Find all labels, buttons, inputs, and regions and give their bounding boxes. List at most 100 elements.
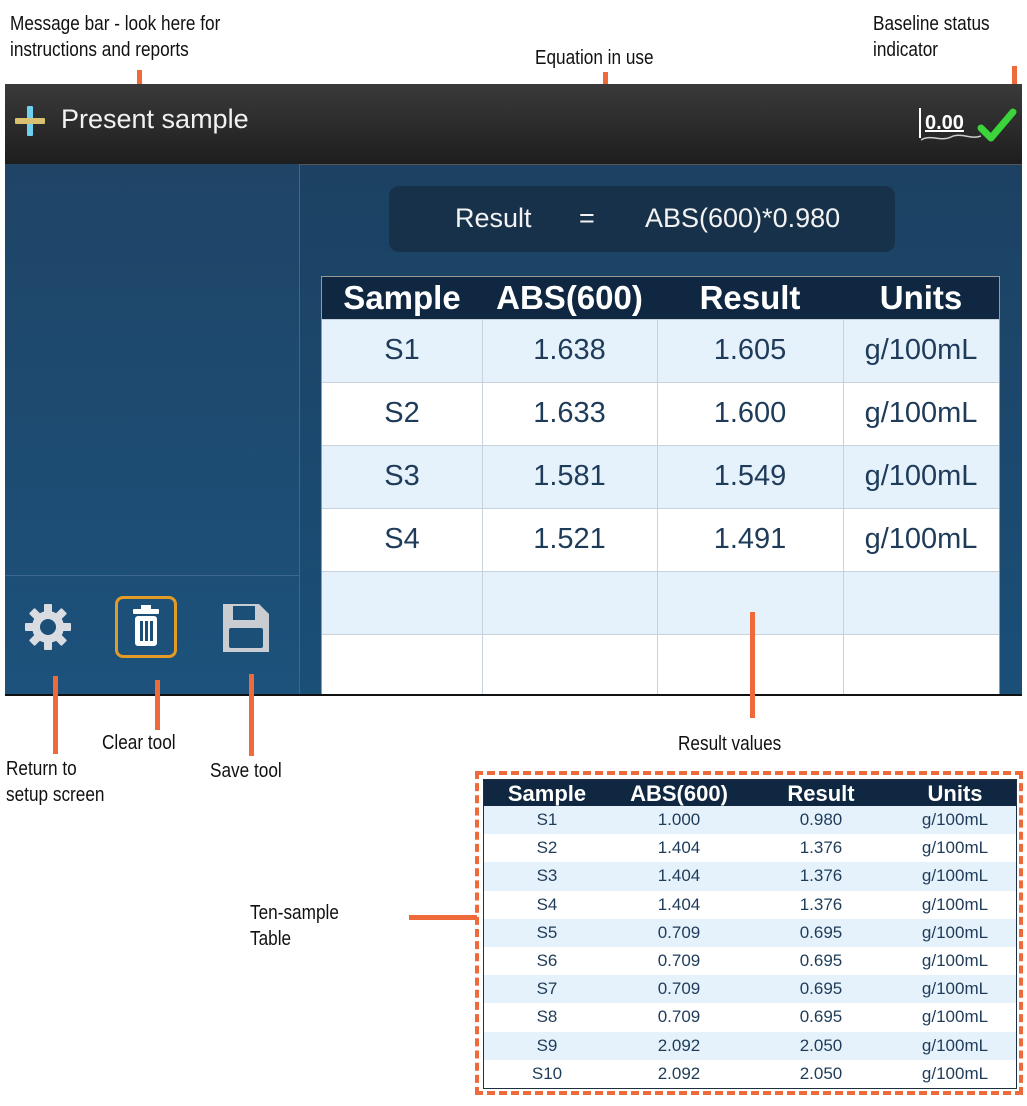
cell-abs: 1.000 [657,810,701,829]
table-row[interactable]: S3 1.404 1.376 g/100mL [484,862,1016,891]
cell-result: 1.376 [799,866,843,886]
clear-callout: Clear tool [102,732,176,754]
cell-abs: 0.709 [657,951,701,970]
cell-abs: 2.092 [657,1035,701,1055]
cell-result: 0.695 [799,951,843,970]
cell-abs: 1.404 [657,838,701,858]
cell-abs: 1.404 [657,894,701,914]
table-row-empty[interactable] [322,634,999,696]
cell-result: 1.491 [713,523,787,555]
cell-units: g/100mL [921,810,989,829]
equation-display: Result = ABS(600)*0.980 [389,186,895,252]
baseline-status-indicator[interactable]: 0.00 [917,104,1017,144]
save-callout: Save tool [210,760,282,782]
table-row[interactable]: S1 1.000 0.980 g/100mL [484,806,1016,835]
cell-units: g/100mL [921,922,989,942]
cell-abs: 0.709 [657,979,701,999]
cell-result: 0.695 [799,979,843,999]
table-row[interactable]: S9 2.092 2.050 g/100mL [484,1031,1016,1060]
table-row[interactable]: S7 0.709 0.695 g/100mL [484,975,1016,1004]
ten-sample-table-callout: Sample ABS(600) Result Units S1 1.000 0.98… [475,771,1023,1095]
cell-result: 1.600 [713,397,787,429]
cell-units: g/100mL [921,979,989,999]
cell-result: 2.050 [799,1063,843,1083]
gear-icon[interactable] [23,602,73,652]
callout-line: indicator [873,39,939,61]
callout-line: Table [250,928,292,950]
ten-table-callout: Ten-sample Table [250,900,339,952]
save-icon[interactable] [215,598,275,658]
baseline-callout: Baseline status indicator [873,11,990,63]
cell-sample: S2 [384,397,420,429]
cell-sample: S2 [536,838,558,858]
trash-icon [133,605,159,646]
cell-abs: 0.709 [657,1007,701,1027]
header-abs: ABS(600) [630,781,728,806]
table-row[interactable]: S4 1.521 1.491 g/100mL [322,508,999,572]
cell-sample: S3 [384,460,420,492]
table-row[interactable]: S4 1.404 1.376 g/100mL [484,890,1016,919]
left-panel [5,164,300,696]
callout-line: Baseline status [873,13,990,35]
table-row[interactable]: S6 0.709 0.695 g/100mL [484,947,1016,976]
column-divider [843,319,844,696]
cell-units: g/100mL [921,951,989,970]
cell-units: g/100mL [864,397,978,429]
cell-units: g/100mL [864,523,978,555]
cell-units: g/100mL [864,334,978,366]
table-header: Sample ABS(600) Result Units [322,277,999,319]
cell-result: 0.695 [799,1007,843,1027]
message-bar-callout: Message bar - look here for instructions… [10,11,220,63]
cell-sample: S8 [536,1007,558,1027]
header-sample: Sample [343,279,461,316]
message-text: Present sample [61,104,249,134]
cell-units: g/100mL [921,894,989,914]
table-row[interactable]: S2 1.633 1.600 g/100mL [322,382,999,446]
column-divider [482,319,483,696]
cell-abs: 1.521 [533,523,606,555]
table-row[interactable]: S2 1.404 1.376 g/100mL [484,834,1016,863]
results-callout: Result values [678,733,782,755]
header-units: Units [927,781,983,806]
header-abs: ABS(600) [496,279,643,316]
header-sample: Sample [507,781,587,806]
results-table: Sample ABS(600) Result Units S1 1.638 1.… [321,276,1000,696]
cell-sample: S9 [536,1035,558,1055]
cell-result: 0.695 [799,922,843,942]
table-row[interactable]: S5 0.709 0.695 g/100mL [484,918,1016,947]
cell-units: g/100mL [921,1063,989,1083]
clear-button[interactable] [115,596,177,658]
cell-units: g/100mL [921,1035,989,1055]
header-result: Result [699,279,801,316]
table-row[interactable]: S8 0.709 0.695 g/100mL [484,1003,1016,1032]
baseline-wave-icon [921,134,981,141]
cell-result: 2.050 [799,1035,843,1055]
table-row-empty[interactable] [322,571,999,635]
cell-units: g/100mL [921,1007,989,1027]
table-header: Sample ABS(600) Result Units [484,780,1016,806]
divider [5,575,299,576]
callout-line: Message bar - look here for [10,13,221,35]
cell-sample: S4 [536,894,558,914]
sample-icon [15,106,45,136]
cell-result: 1.605 [713,334,787,366]
callout-line: Ten-sample [250,902,339,924]
cell-result: 1.376 [799,894,843,914]
ten-table-pointer [409,915,477,920]
equation-operator: = [579,203,595,233]
callout-line: Return to [6,758,77,780]
cell-sample: S4 [384,523,420,555]
table-row[interactable]: S10 2.092 2.050 g/100mL [484,1059,1016,1088]
return-pointer [53,676,58,754]
cell-result: 1.549 [713,460,787,492]
cell-abs: 1.404 [657,866,701,886]
cell-sample: S5 [536,922,558,942]
equation-callout: Equation in use [535,47,654,69]
table-row[interactable]: S3 1.581 1.549 g/100mL [322,445,999,509]
cell-abs: 1.633 [533,397,606,429]
return-callout: Return to setup screen [6,756,104,808]
cell-sample: S7 [536,979,558,999]
table-row[interactable]: S1 1.638 1.605 g/100mL [322,319,999,383]
equation-left: Result [455,203,532,233]
cell-sample: S6 [536,951,558,970]
